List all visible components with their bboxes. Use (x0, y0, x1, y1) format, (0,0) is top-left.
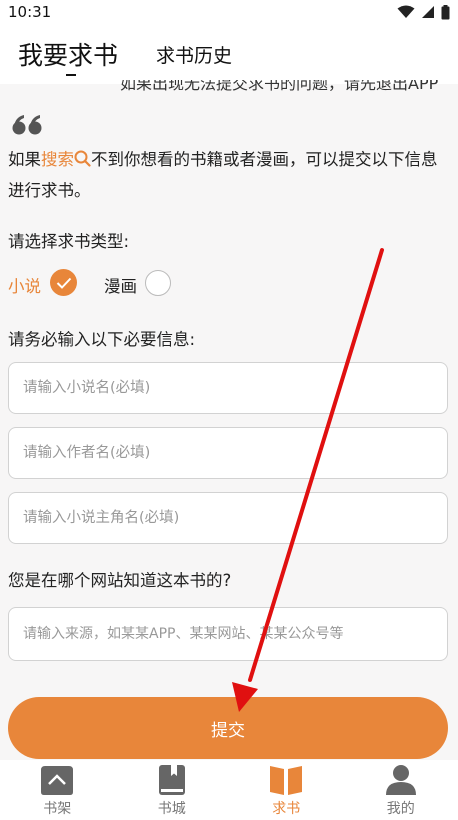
signal-icon (422, 6, 434, 18)
user-icon (385, 765, 416, 795)
option-novel-label[interactable]: 小说 (8, 273, 41, 297)
nav-label-city: 书城 (157, 801, 186, 817)
nav-item-city[interactable]: 书城 (115, 760, 230, 820)
author-name-input[interactable] (8, 427, 448, 479)
status-bar: 10:31 (0, 0, 458, 24)
nav-item-mine[interactable]: 我的 (344, 760, 458, 820)
book-icon (158, 765, 185, 795)
option-comic-label[interactable]: 漫画 (104, 273, 137, 297)
intro-text: 如果搜索 不到你想看的书籍或者漫画，可以提交以下信息进行求书。 (8, 144, 448, 206)
option-novel-radio[interactable] (50, 269, 77, 296)
search-icon (74, 150, 91, 167)
nav-item-shelf[interactable]: 书架 (0, 760, 115, 820)
tab-request-history[interactable]: 求书历史 (156, 41, 232, 68)
protagonist-name-input[interactable] (8, 492, 448, 544)
required-label: 请务必输入以下必要信息: (8, 330, 196, 349)
source-input[interactable] (8, 607, 448, 661)
nav-item-request[interactable]: 求书 (229, 760, 344, 820)
submit-button[interactable]: 提交 (8, 697, 448, 759)
bottom-nav: 书架 书城 求书 我的 (0, 760, 458, 820)
option-comic-radio[interactable] (145, 270, 171, 296)
battery-icon (441, 4, 450, 19)
header: 我要求书 求书历史 (0, 24, 458, 84)
search-link[interactable]: 搜索 (41, 150, 74, 169)
intro-before: 如果 (8, 150, 41, 169)
nav-label-shelf: 书架 (43, 801, 72, 817)
bookshelf-icon (41, 766, 74, 795)
tab-indicator (66, 74, 76, 76)
status-time: 10:31 (8, 3, 52, 21)
novel-name-input[interactable] (8, 362, 448, 414)
check-icon (56, 277, 71, 289)
notice-text: 如果出现无法提交求书的问题，请先退出APP (120, 80, 439, 93)
nav-label-mine: 我的 (386, 801, 415, 817)
status-icons (397, 4, 450, 20)
wifi-icon (397, 5, 415, 18)
source-label: 您是在哪个网站知道这本书的? (8, 571, 232, 590)
open-book-icon (270, 766, 303, 795)
nav-label-request: 求书 (272, 801, 301, 817)
quote-icon (12, 115, 42, 135)
tab-request-book[interactable]: 我要求书 (18, 36, 118, 72)
type-label: 请选择求书类型: (8, 232, 130, 251)
